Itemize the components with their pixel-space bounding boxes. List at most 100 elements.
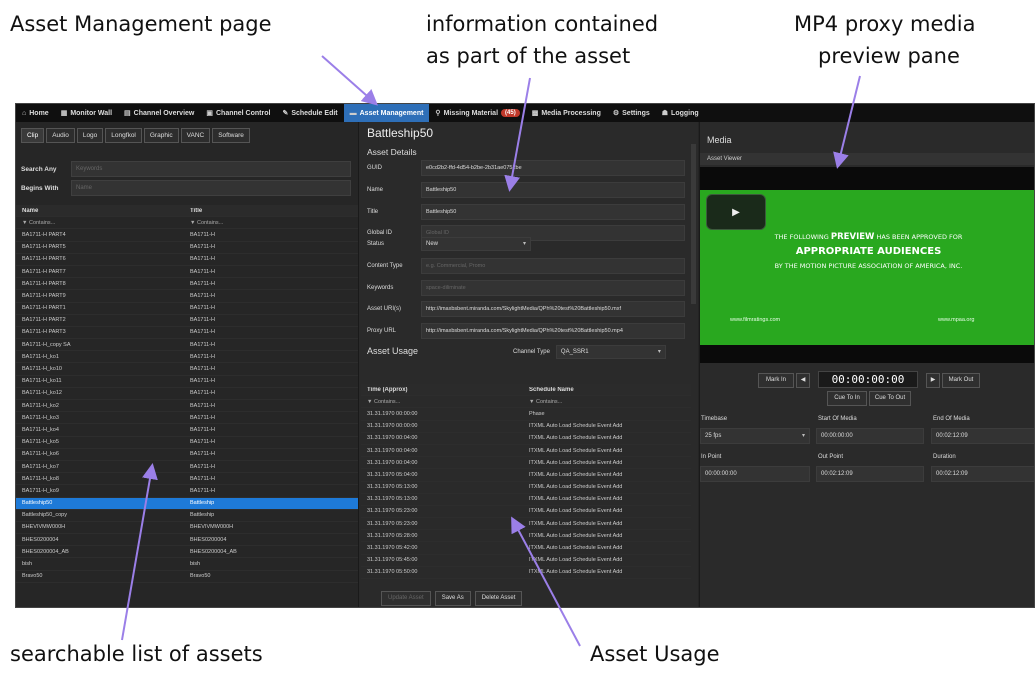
asset-name-cell: Battleship50 <box>22 500 53 507</box>
table-row[interactable]: 31.31.1970 05:13:00 ITXML Auto Load Sched… <box>361 494 691 506</box>
table-row[interactable]: BA1711-H PART3 BA1711-H <box>16 327 358 340</box>
nav-item-settings[interactable]: ⚙ Settings <box>607 104 656 122</box>
field-input[interactable]: e.g. Commercial, Promo <box>421 258 685 274</box>
mark-in-button[interactable]: Mark In <box>758 373 794 388</box>
end-of-media-field[interactable]: 00:02:12:09 <box>931 428 1034 444</box>
table-row[interactable]: BHES0200004_AB BHES0200004_AB <box>16 546 358 559</box>
table-row[interactable]: 31.31.1970 05:23:00 ITXML Auto Load Sched… <box>361 506 691 519</box>
table-row[interactable]: Battleship50 Battleship <box>16 497 358 510</box>
table-row[interactable]: BA1711-H PART1 BA1711-H <box>16 303 358 315</box>
duration-field[interactable]: 00:02:12:09 <box>931 466 1034 482</box>
table-row[interactable]: 31.31.1970 00:04:00 ITXML Auto Load Sched… <box>361 445 691 458</box>
field-input[interactable]: http://imaxbsbent.miranda.com/SkylightMe… <box>421 301 685 317</box>
nav-item-missing-material[interactable]: ⚲ Missing Material (45) <box>429 104 525 122</box>
table-row[interactable]: 31.31.1970 05:04:00 ITXML Auto Load Sched… <box>361 469 691 482</box>
table-row[interactable]: BA1711-H_ko4 BA1711-H <box>16 424 358 437</box>
field-input[interactable]: space-diliminate <box>421 280 685 296</box>
table-row[interactable]: BA1711-H_ko7 BA1711-H <box>16 461 358 474</box>
table-row[interactable]: BA1711-H PART8 BA1711-H <box>16 278 358 291</box>
table-row[interactable]: 31.31.1970 05:28:00 ITXML Auto Load Sched… <box>361 530 691 543</box>
start-of-media-field[interactable]: 00:00:00:00 <box>816 428 924 444</box>
tab-graphic[interactable]: Graphic <box>143 128 179 143</box>
nav-item-home[interactable]: ⌂ Home <box>16 104 55 122</box>
nav-item-media-processing[interactable]: ▩ Media Processing <box>526 104 607 122</box>
table-row[interactable]: BHEVIVMW000H BHEVIVMW000H <box>16 522 358 535</box>
mark-out-button[interactable]: Mark Out <box>942 373 980 388</box>
table-row[interactable]: BA1711-H_ko10 BA1711-H <box>16 363 358 376</box>
col-title-header[interactable]: Title <box>187 208 358 214</box>
table-row[interactable]: BA1711-H PART6 BA1711-H <box>16 254 358 266</box>
table-row[interactable]: Battleship50_copy Battleship <box>16 510 358 522</box>
col-name-header[interactable]: Name <box>16 208 187 214</box>
tab-clip[interactable]: Clip <box>21 128 45 143</box>
table-row[interactable]: BHES0200004 BHES0200004 <box>16 534 358 547</box>
table-row[interactable]: 31.31.1970 05:13:00 ITXML Auto Load Sched… <box>361 482 691 494</box>
table-row[interactable]: BA1711-H PART2 BA1711-H <box>16 315 358 327</box>
field-input[interactable]: Battleship50 <box>421 182 685 198</box>
settings-icon: ⚙ <box>612 110 620 117</box>
tab-longfkol[interactable]: Longfkol <box>105 128 142 143</box>
table-row[interactable]: BA1711-H_ko6 BA1711-H <box>16 449 358 461</box>
nav-item-monitor-wall[interactable]: ▦ Monitor Wall <box>55 104 118 122</box>
nav-item-channel-control[interactable]: ▣ Channel Control <box>200 104 276 122</box>
delete-asset-button[interactable]: Delete Asset <box>474 591 523 606</box>
field-input[interactable]: http://imaxbsbent.miranda.com/SkylightMe… <box>421 323 685 339</box>
cue-to-in-button[interactable]: Cue To In <box>827 391 867 406</box>
table-row[interactable]: 31.31.1970 00:04:00 ITXML Auto Load Sched… <box>361 433 691 445</box>
cue-to-out-button[interactable]: Cue To Out <box>869 391 911 406</box>
media-preview-video[interactable]: THE FOLLOWING PREVIEW HAS BEEN APPROVED … <box>700 167 1034 363</box>
table-row[interactable]: 31.31.1970 00:00:00 Phase <box>361 408 691 421</box>
table-row[interactable]: BA1711-H_ko12 BA1711-H <box>16 388 358 400</box>
nav-item-asset-management[interactable]: ▬ Asset Management <box>343 104 430 122</box>
table-row[interactable]: BA1711-H PART7 BA1711-H <box>16 266 358 279</box>
filter-time[interactable]: ▼ Contains... <box>361 399 526 405</box>
table-row[interactable]: 31.31.1970 05:50:00 ITXML Auto Load Sched… <box>361 567 691 579</box>
save-as-button[interactable]: Save As <box>434 591 471 606</box>
timebase-select[interactable]: 25 fps ▾ <box>700 428 810 444</box>
step-forward-button[interactable]: ▶ <box>926 373 940 388</box>
table-row[interactable]: BA1711-H_ko3 BA1711-H <box>16 412 358 425</box>
table-row[interactable]: 31.31.1970 00:04:00 ITXML Auto Load Sched… <box>361 457 691 470</box>
table-row[interactable]: BA1711-H_ko1 BA1711-H <box>16 351 358 364</box>
table-row[interactable]: 31.31.1970 05:42:00 ITXML Auto Load Sched… <box>361 542 691 555</box>
col-time-header[interactable]: Time (Approx) <box>361 387 526 393</box>
begins-with-input[interactable]: Name <box>71 180 351 196</box>
tab-vanc[interactable]: VANC <box>180 128 211 143</box>
table-row[interactable]: 31.31.1970 05:45:00 ITXML Auto Load Sched… <box>361 555 691 567</box>
table-row[interactable]: BA1711-H_ko2 BA1711-H <box>16 400 358 413</box>
nav-item-schedule-edit[interactable]: ✎ Schedule Edit <box>276 104 343 122</box>
tab-audio[interactable]: Audio <box>46 128 75 143</box>
details-scrollbar[interactable] <box>691 144 696 304</box>
step-back-button[interactable]: ◀ <box>796 373 810 388</box>
table-row[interactable]: Bravo50 Bravo50 <box>16 571 358 583</box>
table-row[interactable]: BA1711-H_ko11 BA1711-H <box>16 376 358 388</box>
channel-type-select[interactable]: QA_SSR1 ▾ <box>555 345 666 359</box>
table-row[interactable]: BA1711-H PART4 BA1711-H <box>16 229 358 242</box>
table-row[interactable]: BA1711-H PART9 BA1711-H <box>16 290 358 303</box>
play-button[interactable]: ▶ <box>706 194 766 230</box>
filter-name[interactable]: ▼ Contains... <box>16 220 187 226</box>
nav-item-channel-overview[interactable]: ▤ Channel Overview <box>118 104 200 122</box>
table-row[interactable]: BA1711-H_copy SA BA1711-H <box>16 339 358 352</box>
table-row[interactable]: 31.31.1970 00:00:00 ITXML Auto Load Sched… <box>361 421 691 433</box>
tab-software[interactable]: Software <box>212 128 250 143</box>
table-row[interactable]: bish bish <box>16 558 358 571</box>
search-any-input[interactable]: Keywords <box>71 161 351 177</box>
out-point-field[interactable]: 00:02:12:09 <box>816 466 924 482</box>
in-point-field[interactable]: 00:00:00:00 <box>700 466 810 482</box>
field-input[interactable]: Battleship50 <box>421 204 685 220</box>
filter-title[interactable]: ▼ Contains... <box>187 220 358 226</box>
table-row[interactable]: BA1711-H_ko8 BA1711-H <box>16 473 358 486</box>
table-row[interactable]: BA1711-H PART5 BA1711-H <box>16 242 358 254</box>
nav-item-logging[interactable]: ☗ Logging <box>656 104 705 122</box>
field-input[interactable]: e0cd2b2-ffd-4d54-b2be-2b31ae0752be <box>421 160 685 176</box>
col-schedule-header[interactable]: Schedule Name <box>526 387 691 393</box>
table-row[interactable]: BA1711-H_ko5 BA1711-H <box>16 437 358 449</box>
table-row[interactable]: BA1711-H_ko9 BA1711-H <box>16 485 358 498</box>
media-title: Media <box>707 135 732 145</box>
update-asset-button[interactable]: Update Asset <box>381 591 431 606</box>
tab-logo[interactable]: Logo <box>76 128 104 143</box>
filter-schedule[interactable]: ▼ Contains... <box>526 399 691 405</box>
table-row[interactable]: 31.31.1970 05:23:00 ITXML Auto Load Sched… <box>361 518 691 531</box>
status-select[interactable]: New ▾ <box>421 237 531 251</box>
